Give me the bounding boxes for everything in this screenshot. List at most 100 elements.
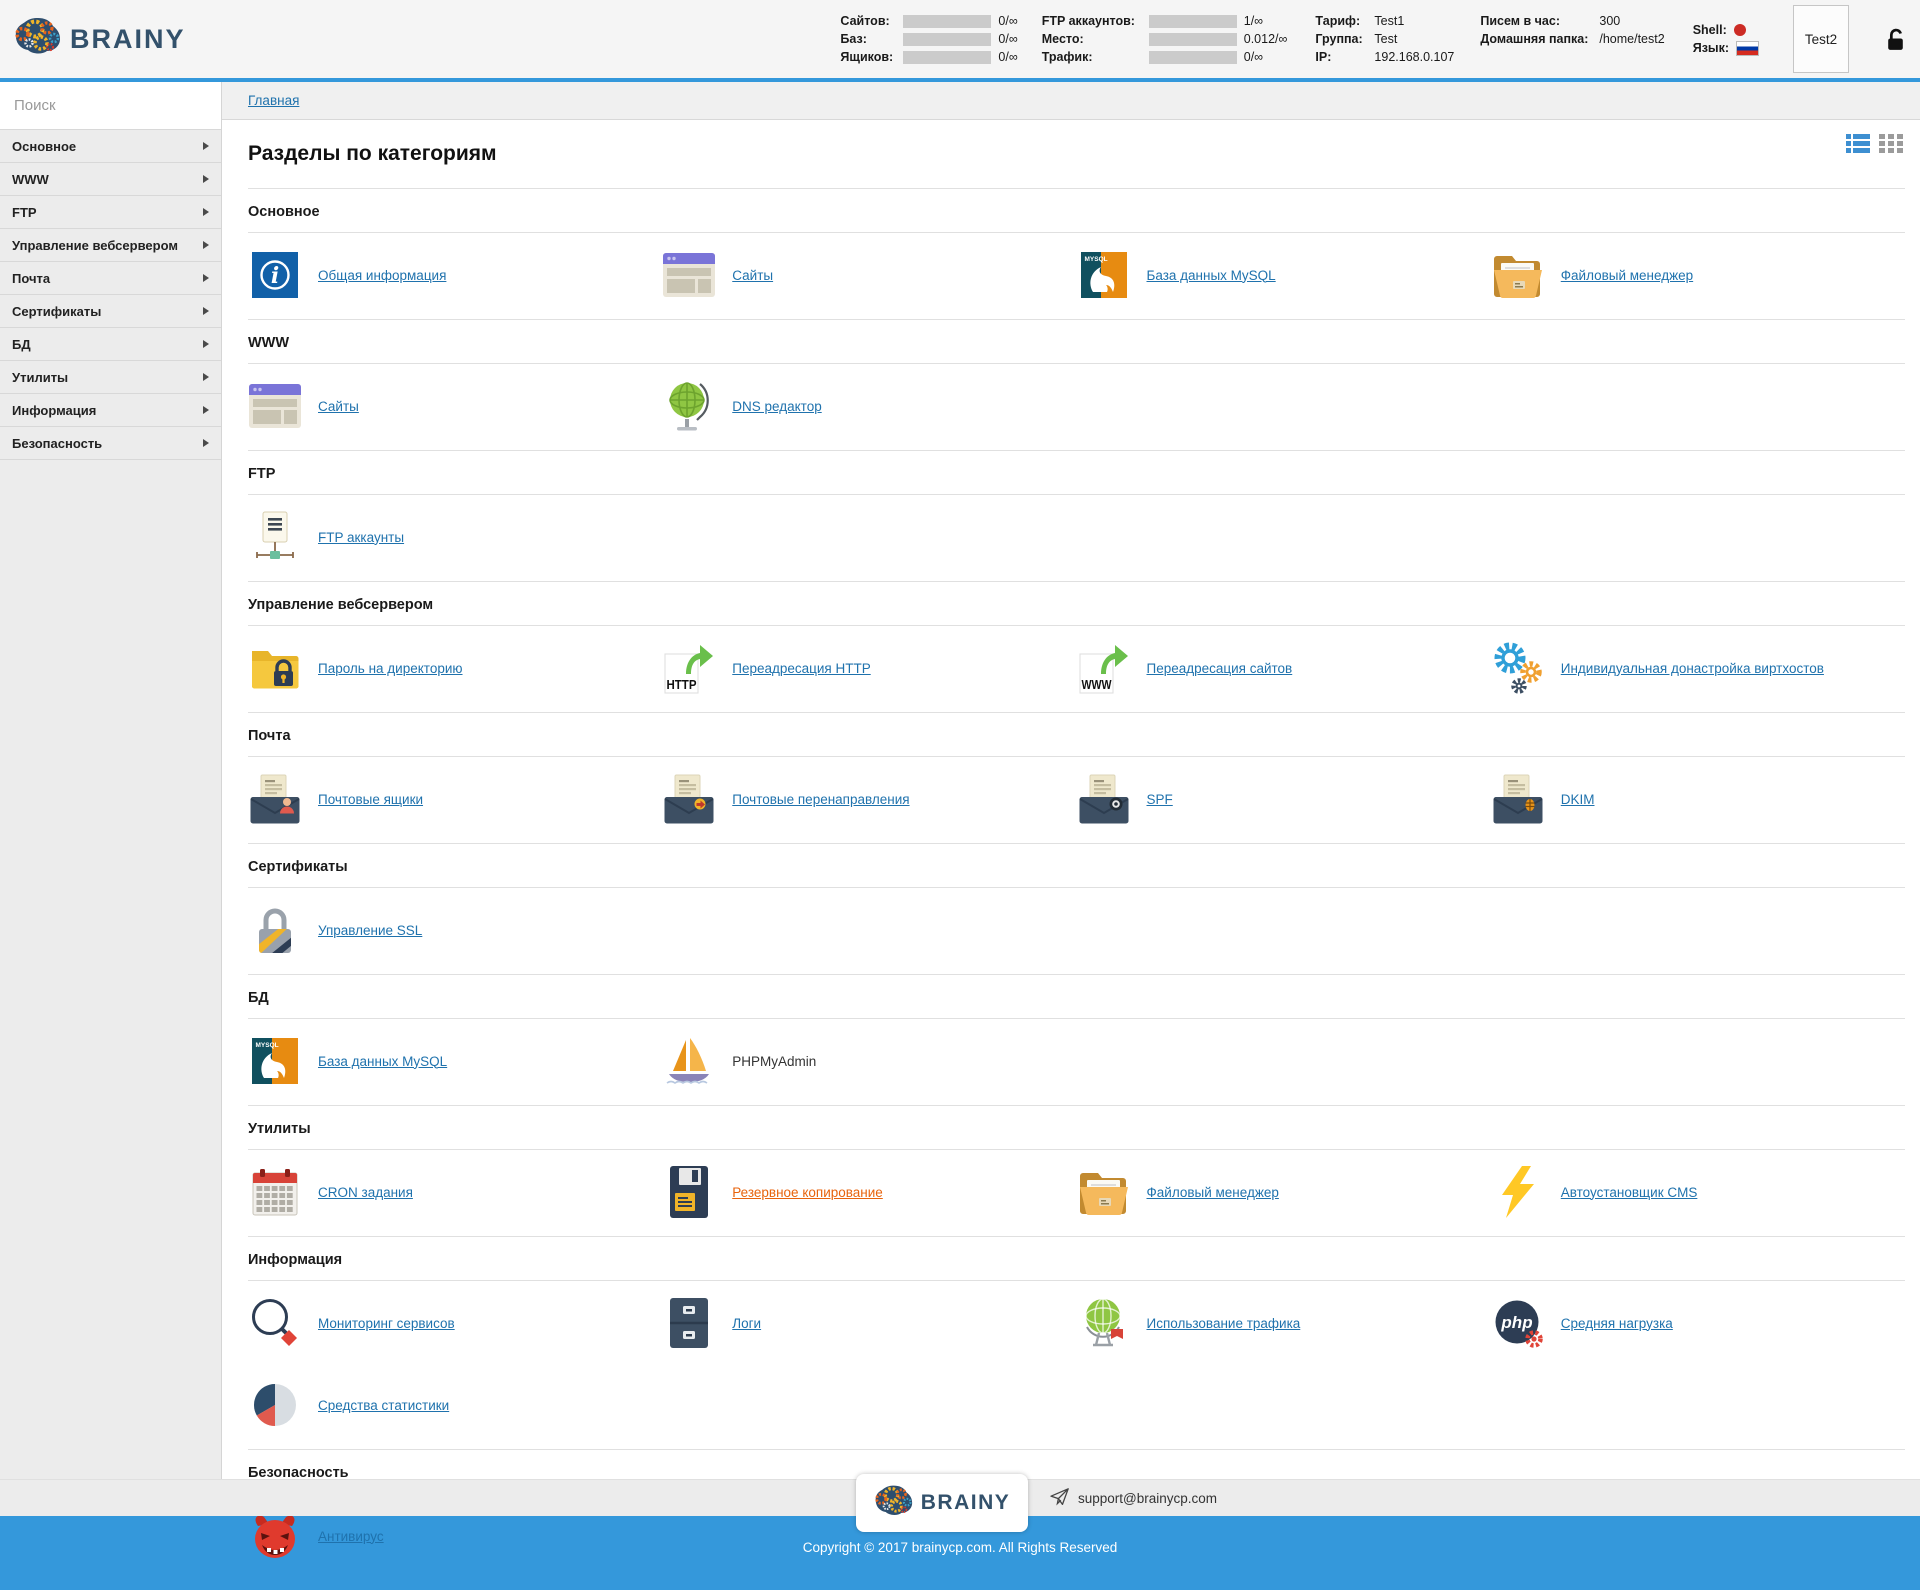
sidebar-item[interactable]: Управление вебсервером <box>0 229 221 262</box>
category-item[interactable]: Пароль на директорию <box>248 640 662 696</box>
list-view-toggle-icon[interactable] <box>1846 134 1870 153</box>
category-link[interactable]: Почтовые ящики <box>318 792 423 807</box>
category-item[interactable]: Антивирус <box>248 1508 662 1564</box>
category-item[interactable]: PHPMyAdmin <box>662 1033 1076 1089</box>
www-redirect-icon: WWW <box>1077 642 1131 694</box>
category-link[interactable]: Почтовые перенаправления <box>732 792 909 807</box>
floppy-icon <box>662 1166 716 1218</box>
category-link[interactable]: Пароль на директорию <box>318 661 463 676</box>
category-item[interactable]: Сайты <box>248 378 662 434</box>
support-email-link[interactable]: support@brainycp.com <box>1078 1491 1217 1506</box>
sidebar-item-label: Информация <box>12 403 96 418</box>
category-item[interactable]: Индивидуальная донастройка виртхостов <box>1491 640 1905 696</box>
svg-text:MYSQL: MYSQL <box>1084 256 1107 263</box>
sidebar-item[interactable]: Утилиты <box>0 361 221 394</box>
sidebar-item[interactable]: Информация <box>0 394 221 427</box>
category-item[interactable]: FTP аккаунты <box>248 509 662 565</box>
usage-label: Место: <box>1042 32 1142 47</box>
category-link[interactable]: Индивидуальная донастройка виртхостов <box>1561 661 1824 676</box>
section-title: Сертификаты <box>248 844 1905 888</box>
mail-spf-icon <box>1077 774 1131 824</box>
section-title: FTP <box>248 451 1905 495</box>
paper-plane-icon <box>1050 1488 1070 1509</box>
sidebar-item[interactable]: БД <box>0 328 221 361</box>
category-section: УтилитыCRON заданияРезервное копирование… <box>248 1106 1905 1237</box>
category-item[interactable]: MYSQLБаза данных MySQL <box>248 1033 662 1089</box>
category-link[interactable]: DNS редактор <box>732 399 821 414</box>
category-link[interactable]: Управление SSL <box>318 923 422 938</box>
category-link[interactable]: Использование трафика <box>1147 1316 1301 1331</box>
category-link[interactable]: Логи <box>732 1316 761 1331</box>
logout-lock-icon[interactable] <box>1885 27 1906 52</box>
info-label: Писем в час: <box>1480 14 1592 29</box>
info-value: /home/test2 <box>1599 32 1664 47</box>
category-link[interactable]: Средства статистики <box>318 1398 449 1413</box>
category-item[interactable]: DKIM <box>1491 771 1905 827</box>
sidebar-item[interactable]: Сертификаты <box>0 295 221 328</box>
category-item[interactable]: Логи <box>662 1295 1076 1351</box>
grid-view-toggle-icon[interactable] <box>1879 134 1903 153</box>
category-item[interactable]: iОбщая информация <box>248 247 662 303</box>
usage-progress-bar <box>903 51 991 64</box>
category-link[interactable]: DKIM <box>1561 792 1595 807</box>
category-item[interactable]: Средства статистики <box>248 1377 662 1433</box>
category-link[interactable]: Средняя нагрузка <box>1561 1316 1673 1331</box>
category-item[interactable]: php Средняя нагрузка <box>1491 1295 1905 1351</box>
category-link[interactable]: Переадресация HTTP <box>732 661 870 676</box>
category-item[interactable]: HTTPПереадресация HTTP <box>662 640 1076 696</box>
category-item[interactable]: Использование трафика <box>1077 1295 1491 1351</box>
category-link[interactable]: CRON задания <box>318 1185 413 1200</box>
category-item[interactable]: Файловый менеджер <box>1491 247 1905 303</box>
section-title: Основное <box>248 189 1905 233</box>
category-link[interactable]: Резервное копирование <box>732 1185 883 1200</box>
sidebar-item[interactable]: Почта <box>0 262 221 295</box>
gears-icon <box>1491 641 1545 695</box>
category-item[interactable]: Управление SSL <box>248 902 662 958</box>
php-icon: php <box>1491 1298 1545 1348</box>
section-title: Информация <box>248 1237 1905 1281</box>
category-item[interactable]: Мониторинг сервисов <box>248 1295 662 1351</box>
brand-logo[interactable]: BRAINY <box>14 16 186 63</box>
breadcrumb-home-link[interactable]: Главная <box>248 93 299 108</box>
user-menu-button[interactable]: Test2 <box>1793 5 1849 73</box>
category-item[interactable]: Почтовые ящики <box>248 771 662 827</box>
category-link[interactable]: Общая информация <box>318 268 446 283</box>
category-item[interactable]: Автоустановщик CMS <box>1491 1164 1905 1220</box>
pie-chart-icon <box>248 1382 302 1428</box>
category-link[interactable]: Сайты <box>318 399 359 414</box>
category-section: Сертификаты Управление SSL <box>248 844 1905 975</box>
category-item[interactable]: Почтовые перенаправления <box>662 771 1076 827</box>
usage-row: Баз:0/∞ <box>840 32 1017 47</box>
sidebar-item[interactable]: WWW <box>0 163 221 196</box>
category-link[interactable]: SPF <box>1147 792 1173 807</box>
sidebar-item[interactable]: Безопасность <box>0 427 221 460</box>
category-link[interactable]: Файловый менеджер <box>1561 268 1693 283</box>
category-link[interactable]: Сайты <box>732 268 773 283</box>
category-item[interactable]: DNS редактор <box>662 378 1076 434</box>
category-link[interactable]: База данных MySQL <box>1147 268 1276 283</box>
sidebar-item[interactable]: Основное <box>0 130 221 163</box>
info-row: Группа:Test <box>1315 32 1454 47</box>
category-item[interactable]: SPF <box>1077 771 1491 827</box>
search-input[interactable] <box>0 82 221 130</box>
category-item[interactable]: Файловый менеджер <box>1077 1164 1491 1220</box>
category-item[interactable]: Сайты <box>662 247 1076 303</box>
category-item[interactable]: CRON задания <box>248 1164 662 1220</box>
category-link[interactable]: Мониторинг сервисов <box>318 1316 455 1331</box>
category-item[interactable]: WWW Переадресация сайтов <box>1077 640 1491 696</box>
category-link[interactable]: Автоустановщик CMS <box>1561 1185 1698 1200</box>
category-link[interactable]: Антивирус <box>318 1529 384 1544</box>
category-link[interactable]: Файловый менеджер <box>1147 1185 1279 1200</box>
category-item[interactable]: Резервное копирование <box>662 1164 1076 1220</box>
category-link[interactable]: FTP аккаунты <box>318 530 404 545</box>
sidebar-item[interactable]: FTP <box>0 196 221 229</box>
sidebar-menu: ОсновноеWWWFTPУправление вебсерверомПочт… <box>0 130 221 460</box>
category-section: FTP FTP аккаунты <box>248 451 1905 582</box>
category-link[interactable]: База данных MySQL <box>318 1054 447 1069</box>
category-section: WWWСайтыDNS редактор <box>248 320 1905 451</box>
category-link[interactable]: Переадресация сайтов <box>1147 661 1293 676</box>
usage-progress-bar <box>1149 15 1237 28</box>
category-item[interactable]: MYSQL База данных MySQL <box>1077 247 1491 303</box>
russian-flag-icon[interactable] <box>1736 41 1759 56</box>
category-section: Основное iОбщая информация Сайты MYSQL База … <box>248 189 1905 320</box>
